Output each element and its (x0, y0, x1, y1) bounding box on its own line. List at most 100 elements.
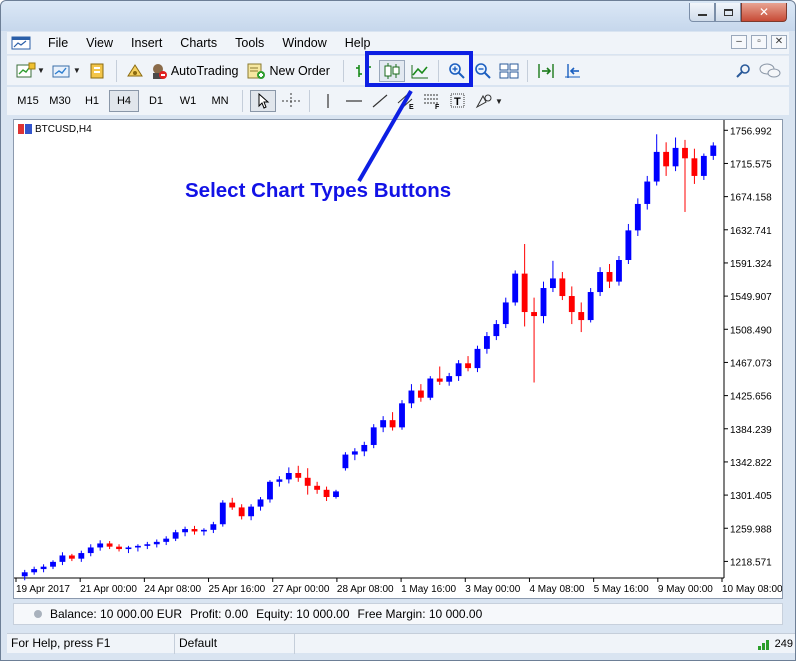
candle-body (97, 543, 104, 548)
mdi-restore-button[interactable]: ▫ (751, 35, 767, 49)
candle-body (644, 181, 651, 204)
shapes-icon[interactable] (473, 91, 495, 111)
chevron-down-icon[interactable]: ▼ (73, 66, 81, 75)
close-button[interactable]: ✕ (741, 3, 787, 22)
y-tick-label: 1342.822 (730, 458, 772, 469)
profiles-icon[interactable] (51, 61, 73, 81)
y-tick-label: 1549.907 (730, 292, 772, 303)
tile-windows-icon[interactable] (498, 61, 520, 81)
menu-file[interactable]: File (41, 36, 79, 50)
x-tick-label: 4 May 08:00 (529, 584, 584, 595)
status-bar: For Help, press F1 Default 249 (7, 633, 795, 654)
timeframe-m15[interactable]: M15 (13, 90, 43, 112)
candle-body (483, 336, 490, 349)
maximize-icon (723, 8, 733, 16)
chart-shift-icon[interactable] (535, 61, 557, 81)
menu-charts[interactable]: Charts (173, 36, 228, 50)
chevron-down-icon[interactable]: ▼ (495, 97, 503, 106)
chat-icon[interactable] (759, 61, 781, 81)
candle-body (153, 541, 160, 545)
candle-body (653, 151, 660, 182)
candle-body (691, 158, 698, 176)
candle-body (606, 272, 613, 282)
mdi-controls: – ▫ ✕ (731, 35, 787, 49)
new-order-button[interactable]: New Order (246, 62, 330, 80)
timeframe-m30[interactable]: M30 (45, 90, 75, 112)
profile-name[interactable]: Default (175, 633, 295, 654)
candle-body (276, 479, 283, 482)
maximize-button[interactable] (715, 3, 741, 22)
candle-body (540, 288, 547, 317)
candle-body (210, 524, 217, 530)
mdi-close-button[interactable]: ✕ (771, 35, 787, 49)
timeframe-h4[interactable]: H4 (109, 90, 139, 112)
account-summary: Balance: 10 000.00 EUR Profit: 0.00 Equi… (13, 603, 783, 625)
y-tick-label: 1756.992 (730, 126, 772, 137)
equity-value: Equity: 10 000.00 (256, 607, 350, 621)
title-bar[interactable]: ✕ (1, 1, 795, 31)
timeframe-d1[interactable]: D1 (141, 90, 171, 112)
toolbar-separator (342, 59, 344, 82)
x-tick-label: 9 May 00:00 (658, 584, 713, 595)
y-tick-label: 1218.571 (730, 557, 772, 568)
minimize-button[interactable] (689, 3, 715, 22)
y-tick-label: 1425.656 (730, 392, 772, 403)
expert-advisor-icon[interactable] (124, 61, 146, 81)
menu-help[interactable]: Help (338, 36, 382, 50)
candle-body (68, 555, 75, 559)
free-margin-value: Free Margin: 10 000.00 (357, 607, 483, 621)
menu-insert[interactable]: Insert (124, 36, 173, 50)
candle-body (342, 454, 349, 469)
candle-body (267, 481, 273, 500)
cursor-icon[interactable] (250, 90, 276, 112)
x-tick-label: 5 May 16:00 (594, 584, 649, 595)
vertical-line-icon[interactable] (317, 91, 339, 111)
mdi-minimize-button[interactable]: – (731, 35, 747, 49)
auto-scroll-icon[interactable] (561, 61, 583, 81)
candle-body (455, 363, 462, 377)
candle-body (559, 278, 566, 297)
candle-body (682, 147, 688, 159)
autotrading-button[interactable]: AutoTrading (148, 62, 238, 80)
text-tool-icon[interactable]: T (447, 91, 469, 111)
x-tick-label: 3 May 00:00 (465, 584, 520, 595)
timeframe-h1[interactable]: H1 (77, 90, 107, 112)
menu-tools[interactable]: Tools (228, 36, 275, 50)
timeframe-mn[interactable]: MN (205, 90, 235, 112)
search-icon[interactable] (733, 61, 755, 81)
crosshair-icon[interactable] (280, 91, 302, 111)
close-icon: ✕ (758, 5, 770, 19)
candle-body (163, 538, 170, 542)
new-order-label: New Order (269, 63, 330, 78)
status-dot-icon (34, 610, 42, 618)
x-tick-label: 28 Apr 08:00 (337, 584, 394, 595)
candle-body (625, 230, 632, 261)
candle-body (125, 547, 132, 550)
toolbar-separator (115, 59, 117, 82)
candle-body (333, 491, 339, 498)
candle-body (31, 569, 38, 573)
connection-icon[interactable]: 249 (755, 637, 795, 651)
candle-body (587, 292, 594, 321)
candle-body (710, 145, 717, 156)
candle-body (521, 273, 528, 313)
market-watch-icon[interactable] (87, 61, 109, 81)
zoom-out-icon[interactable] (472, 61, 494, 81)
candle-body (182, 529, 188, 533)
candle-body (351, 451, 358, 455)
candle-body (59, 555, 66, 562)
candle-body (219, 502, 226, 525)
new-chart-icon[interactable] (15, 61, 37, 81)
svg-text:T: T (454, 96, 461, 108)
candle-body (436, 378, 443, 382)
y-tick-label: 1674.158 (730, 193, 772, 204)
menu-window[interactable]: Window (275, 36, 337, 50)
toolbar-separator (526, 59, 528, 82)
menu-view[interactable]: View (79, 36, 124, 50)
candle-body (257, 499, 264, 507)
timeframe-w1[interactable]: W1 (173, 90, 203, 112)
candle-body (295, 472, 302, 478)
balance-value: Balance: 10 000.00 EUR (50, 607, 183, 621)
chevron-down-icon[interactable]: ▼ (37, 66, 45, 75)
y-tick-label: 1715.575 (730, 159, 772, 170)
